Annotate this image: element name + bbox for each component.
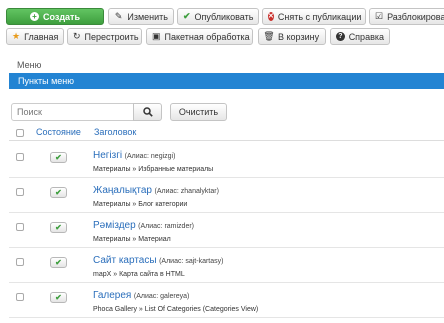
table-row: ✔ Галерея (Алиас: galereya) Phoca Galler… [9,283,444,318]
item-title-link[interactable]: Сайт картасы [93,255,157,266]
search-input[interactable] [11,103,134,121]
sidebar-item-menu-items[interactable]: Пункты меню [9,73,444,89]
search-icon [142,107,153,117]
row-checkbox[interactable] [16,153,24,161]
item-alias: (Алиас: galereya) [133,293,190,300]
publish-button[interactable]: ✔ Опубликовать [177,8,259,25]
item-title-link[interactable]: Негізгі [93,150,122,161]
table-row: ✔ Сайт картасы (Алиас: sajt-kartasy) map… [9,248,444,283]
column-status-header[interactable]: Состояние [36,127,81,137]
unlock-button[interactable]: ☑ Разблокировать [369,8,444,25]
help-icon: ? [336,32,345,41]
help-button[interactable]: ? Справка [330,28,390,45]
item-title-line: Галерея (Алиас: galereya) [93,290,189,301]
batch-label: Пакетная обработка [164,31,250,42]
item-alias: (Алиас: ramizder) [138,223,195,230]
publish-label: Опубликовать [194,11,254,22]
rebuild-button[interactable]: ↻ Перестроить [67,28,142,45]
row-checkbox[interactable] [16,188,24,196]
item-type: Материалы » Избранные материалы [93,166,214,173]
sidebar-item-label: Пункты меню [18,76,74,86]
close-icon: ✕ [268,12,274,21]
row-checkbox[interactable] [16,223,24,231]
unpublish-button[interactable]: ✕ Снять с публикации [262,8,366,25]
published-toggle[interactable]: ✔ [50,187,67,198]
refresh-icon: ↻ [73,31,81,41]
item-title-line: Негізгі (Алиас: negizgi) [93,150,175,161]
item-title-line: Жаңалықтар (Алиас: zhanalyktar) [93,185,219,196]
item-title-link[interactable]: Галерея [93,290,131,301]
row-checkbox[interactable] [16,258,24,266]
published-toggle[interactable]: ✔ [50,257,67,268]
edit-label: Изменить [127,11,168,22]
table-row: ✔ Негізгі (Алиас: negizgi) Материалы » И… [9,143,444,178]
item-title-line: Рәміздер (Алиас: ramizder) [93,220,194,231]
search-button[interactable] [133,103,162,121]
column-title-header[interactable]: Заголовок [94,127,136,137]
item-alias: (Алиас: zhanalyktar) [154,188,219,195]
rebuild-label: Перестроить [84,31,139,42]
sidebar-item-label: Меню [17,60,42,70]
home-button[interactable]: ★ Главная [6,28,64,45]
item-title-link[interactable]: Жаңалықтар [93,185,152,196]
item-type: Материалы » Блог категории [93,201,188,208]
item-title-link[interactable]: Рәміздер [93,220,136,231]
help-label: Справка [348,31,384,42]
plus-icon: + [29,12,39,21]
star-icon: ★ [12,31,21,41]
published-toggle[interactable]: ✔ [50,292,67,303]
table-row: ✔ Жаңалықтар (Алиас: zhanalyktar) Матери… [9,178,444,213]
table-row: ✔ Рәміздер (Алиас: ramizder) Материалы »… [9,213,444,248]
select-all-checkbox[interactable] [16,129,24,137]
item-alias: (Алиас: sajt-kartasy) [159,258,224,265]
item-type: mapX » Карта сайта в HTML [93,271,185,278]
create-label: Создать [42,11,80,22]
item-alias: (Алиас: negizgi) [124,153,176,160]
unlock-label: Разблокировать [387,11,444,22]
edit-icon: ✎ [114,11,123,21]
clear-button[interactable]: Очистить [170,103,227,121]
clear-label: Очистить [178,107,219,117]
trash-button[interactable]: 🗑 В корзину [258,28,326,45]
published-toggle[interactable]: ✔ [50,152,67,163]
create-button[interactable]: + Создать [6,8,104,25]
trash-label: В корзину [278,31,320,42]
table-header: Состояние Заголовок [9,124,444,141]
trash-icon: 🗑 [263,31,275,41]
item-type: Phoca Gallery » List Of Categories (Cate… [93,306,259,313]
edit-button[interactable]: ✎ Изменить [108,8,174,25]
published-toggle[interactable]: ✔ [50,222,67,233]
item-title-line: Сайт картасы (Алиас: sajt-kartasy) [93,255,223,266]
item-type: Материалы » Материал [93,236,171,243]
check-icon: ✔ [183,11,191,21]
row-checkbox[interactable] [16,293,24,301]
unlock-icon: ☑ [375,11,384,21]
sidebar-item-menus[interactable]: Меню [9,57,444,73]
batch-button[interactable]: ▣ Пакетная обработка [146,28,253,45]
batch-icon: ▣ [152,31,161,41]
unpublish-label: Снять с публикации [277,11,362,22]
home-label: Главная [24,31,59,42]
